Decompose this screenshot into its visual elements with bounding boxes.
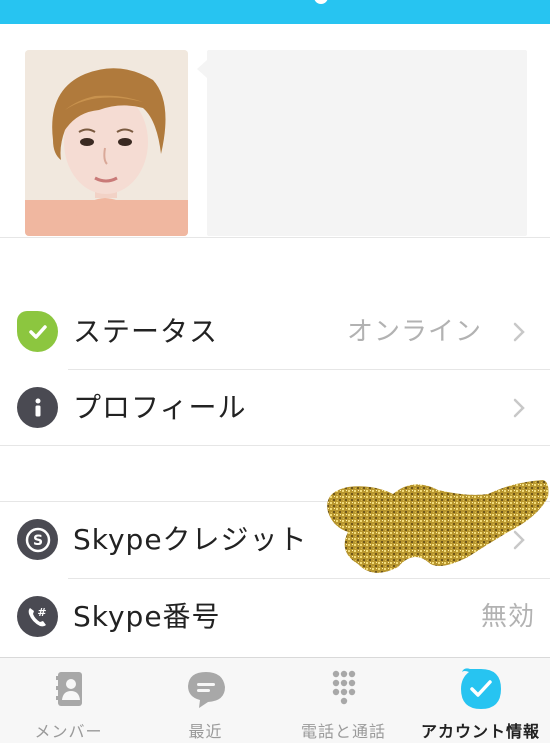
header-bar	[0, 0, 550, 24]
row-status[interactable]: ステータス オンライン	[0, 294, 550, 370]
mood-bubble-tail	[197, 60, 207, 78]
avatar-photo	[25, 50, 188, 236]
row-skype-number[interactable]: # Skype番号 無効	[0, 579, 550, 655]
row-label: Skype番号	[73, 600, 221, 633]
svg-text:S: S	[32, 533, 42, 549]
tab-account[interactable]: アカウント情報	[412, 658, 549, 743]
info-icon	[17, 387, 58, 428]
tab-label: アカウント情報	[420, 722, 540, 741]
section-spacer	[0, 238, 550, 294]
mood-message-box[interactable]	[207, 50, 527, 236]
dialpad-icon	[332, 670, 355, 705]
tab-recent[interactable]: 最近	[137, 658, 274, 743]
tab-label: メンバー	[34, 722, 103, 741]
glitter-redaction-overlay	[327, 480, 549, 573]
avatar[interactable]	[25, 50, 188, 236]
row-value: 無効	[480, 602, 535, 632]
tab-calls[interactable]: 電話と通話	[275, 658, 412, 743]
profile-section	[0, 24, 550, 238]
chevron-right-icon	[513, 322, 525, 342]
tab-contacts[interactable]: メンバー	[0, 658, 137, 743]
status-online-icon	[17, 311, 58, 352]
chat-bubble-icon	[187, 672, 225, 708]
row-value: オンライン	[346, 317, 482, 347]
chevron-right-icon	[513, 398, 525, 418]
tab-label: 電話と通話	[300, 722, 386, 741]
row-profile[interactable]: プロフィール	[0, 370, 550, 446]
header-title-fragment	[314, 0, 328, 4]
account-check-icon	[460, 668, 501, 709]
svg-text:#: #	[37, 606, 46, 619]
contacts-icon	[55, 672, 82, 706]
row-label: ステータス	[73, 315, 219, 348]
row-label: プロフィール	[73, 391, 247, 424]
skype-credit-icon: S	[17, 519, 58, 560]
skype-number-icon: #	[17, 596, 58, 637]
row-label: Skypeクレジット	[73, 523, 308, 556]
tab-label: 最近	[188, 722, 223, 741]
tab-bar: メンバー 最近 電話と通話 アカウント情報	[0, 657, 550, 743]
